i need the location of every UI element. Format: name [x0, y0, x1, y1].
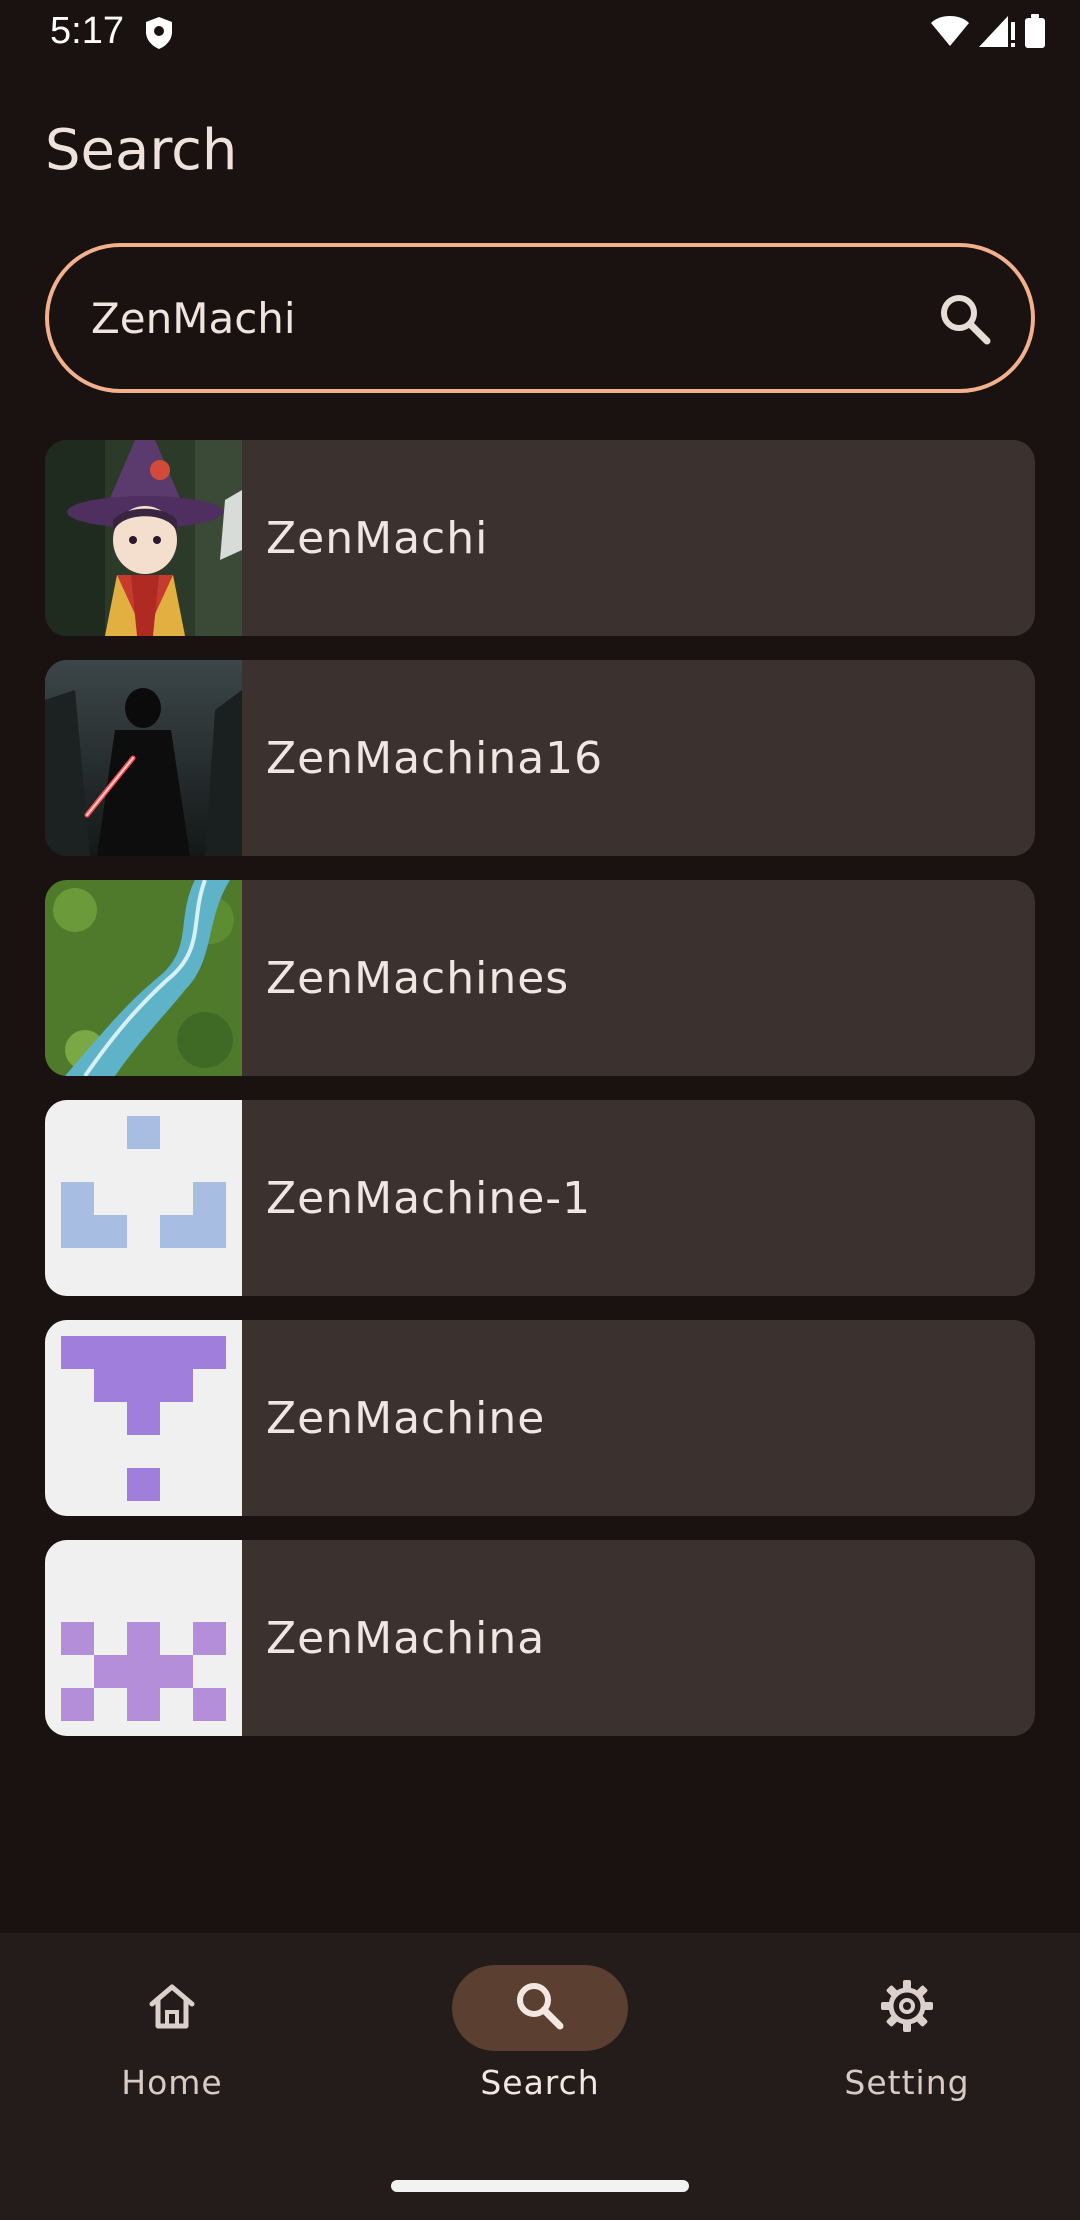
- list-item[interactable]: ZenMachine: [45, 1320, 1035, 1516]
- nav-icon-container: [819, 1965, 995, 2051]
- wifi-icon: [930, 15, 970, 51]
- result-name: ZenMachine: [266, 1392, 546, 1444]
- result-name: ZenMachina: [266, 1612, 546, 1664]
- avatar: [45, 880, 242, 1076]
- battery-icon: [1024, 14, 1046, 52]
- result-name: ZenMachines: [266, 952, 570, 1004]
- results-list: ZenMachi ZenMachina16 ZenMachines ZenMac…: [45, 440, 1035, 1760]
- nav-label-setting: Setting: [844, 2063, 970, 2102]
- avatar: [45, 440, 242, 636]
- home-icon: [144, 1978, 200, 2038]
- list-item[interactable]: ZenMachina16: [45, 660, 1035, 856]
- avatar: [45, 1100, 242, 1296]
- search-input[interactable]: [49, 246, 893, 390]
- nav-icon-container: [84, 1965, 260, 2051]
- nav-item-search[interactable]: Search: [420, 1965, 660, 2125]
- result-name: ZenMachine-1: [266, 1172, 592, 1224]
- page-title: Search: [45, 118, 238, 183]
- list-item[interactable]: ZenMachine-1: [45, 1100, 1035, 1296]
- avatar: [45, 660, 242, 856]
- status-icons: [930, 14, 1046, 52]
- search-icon: [512, 1978, 568, 2038]
- status-time: 5:17: [50, 10, 124, 52]
- nav-icon-container: [452, 1965, 628, 2051]
- status-bar: 5:17: [0, 0, 1080, 66]
- shield-icon: [144, 16, 174, 54]
- list-item[interactable]: ZenMachina: [45, 1540, 1035, 1736]
- gear-icon: [878, 1977, 936, 2039]
- avatar: [45, 1320, 242, 1516]
- result-name: ZenMachi: [266, 512, 489, 564]
- result-name: ZenMachina16: [266, 732, 604, 784]
- signal-icon: [978, 14, 1016, 52]
- list-item[interactable]: ZenMachines: [45, 880, 1035, 1076]
- nav-item-home[interactable]: Home: [52, 1965, 292, 2125]
- gesture-bar[interactable]: [391, 2180, 689, 2192]
- avatar: [45, 1540, 242, 1736]
- search-field[interactable]: [45, 243, 1035, 393]
- nav-label-search: Search: [480, 2063, 600, 2102]
- search-icon[interactable]: [937, 291, 993, 351]
- nav-label-home: Home: [121, 2063, 223, 2102]
- list-item[interactable]: ZenMachi: [45, 440, 1035, 636]
- bottom-nav: Home Search Setting: [0, 1933, 1080, 2220]
- nav-item-setting[interactable]: Setting: [787, 1965, 1027, 2125]
